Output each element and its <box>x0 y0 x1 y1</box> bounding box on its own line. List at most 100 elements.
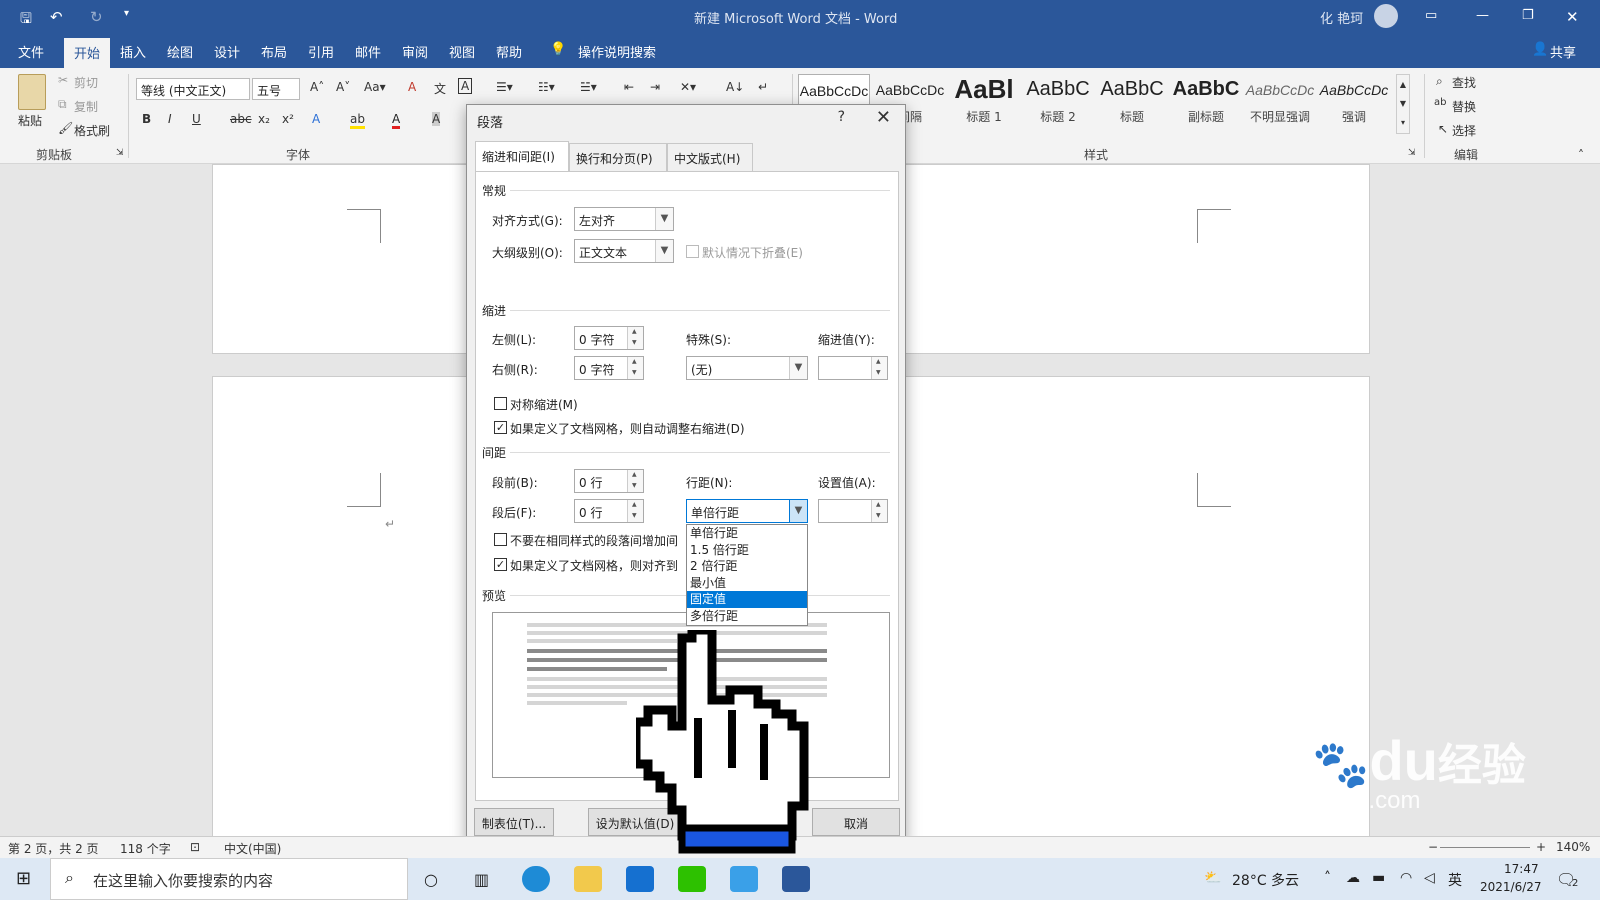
spin-arrows-icon[interactable] <box>627 357 643 379</box>
style-title[interactable]: AaBbC 标题 <box>1096 74 1168 134</box>
no-space-same-style-checkbox[interactable] <box>494 533 507 546</box>
tab-review[interactable]: 审阅 <box>402 42 428 61</box>
font-color-icon[interactable]: A <box>392 112 401 129</box>
user-name[interactable]: 化 艳珂 <box>1320 8 1363 27</box>
proofing-icon[interactable]: ⊡ <box>190 840 200 854</box>
indent-right-spinner[interactable]: 0 字符 <box>574 356 644 380</box>
redo-icon[interactable]: ↻ <box>90 8 103 26</box>
select-button[interactable]: 选择 <box>1452 122 1476 139</box>
windows-start-icon[interactable]: ⊞ <box>16 868 31 889</box>
file-explorer-icon[interactable] <box>574 866 602 892</box>
ime-indicator[interactable]: 英 <box>1448 870 1462 890</box>
clock-date[interactable]: 2021/6/27 <box>1480 880 1542 894</box>
paste-button[interactable]: 粘贴 <box>18 112 42 129</box>
tab-indents-spacing[interactable]: 缩进和间距(I) <box>475 141 569 171</box>
style-heading-1[interactable]: AaBl 标题 1 <box>948 74 1020 134</box>
mirror-indent-checkbox[interactable] <box>494 397 507 410</box>
volume-icon[interactable]: ◁ <box>1424 870 1435 886</box>
style-subtitle[interactable]: AaBbC 副标题 <box>1170 74 1242 134</box>
option-multiple[interactable]: 多倍行距 <box>687 608 807 625</box>
indent-left-spinner[interactable]: 0 字符 <box>574 326 644 350</box>
save-icon[interactable]: 🖫 <box>20 8 32 32</box>
italic-icon[interactable]: I <box>168 112 172 126</box>
numbering-icon[interactable]: ☷▾ <box>538 80 555 94</box>
collapse-ribbon-icon[interactable]: ˄ <box>1578 148 1584 162</box>
style-emphasis[interactable]: AaBbCcDc 强调 <box>1318 74 1390 134</box>
spin-arrows-icon[interactable] <box>627 500 643 522</box>
option-exactly[interactable]: 固定值 <box>687 591 807 608</box>
tabs-button[interactable]: 制表位(T)... <box>474 808 554 836</box>
change-case-icon[interactable]: Aa▾ <box>364 80 386 94</box>
chevron-up-icon[interactable]: ˄ <box>1324 870 1331 886</box>
restore-icon[interactable]: ❐ <box>1522 8 1534 23</box>
cut-button[interactable]: 剪切 <box>74 74 98 91</box>
subscript-icon[interactable]: x₂ <box>258 112 270 126</box>
auto-right-indent-checkbox[interactable]: ✓ <box>494 421 507 434</box>
send-icon[interactable] <box>730 866 758 892</box>
char-shading-icon[interactable]: A <box>432 112 441 126</box>
tab-mailings[interactable]: 邮件 <box>355 42 381 61</box>
tab-view[interactable]: 视图 <box>449 42 475 61</box>
styles-launcher-icon[interactable]: ⇲ <box>1408 148 1416 158</box>
zoom-out-icon[interactable]: − <box>1428 840 1438 854</box>
multilevel-icon[interactable]: ☱▾ <box>580 80 597 94</box>
clipboard-launcher-icon[interactable]: ⇲ <box>116 148 124 158</box>
close-icon[interactable]: ✕ <box>876 107 891 128</box>
tab-draw[interactable]: 绘图 <box>167 42 193 61</box>
shrink-font-icon[interactable]: A˅ <box>336 80 350 94</box>
styles-scroll[interactable]: ▲ ▼ ▾ <box>1396 74 1410 134</box>
phonetic-guide-icon[interactable]: 文 <box>434 80 446 97</box>
space-after-spinner[interactable]: 0 行 <box>574 499 644 523</box>
at-spinner[interactable] <box>818 499 888 523</box>
spin-arrows-icon[interactable] <box>871 357 887 379</box>
alignment-select[interactable]: 左对齐 ▼ <box>574 207 674 231</box>
tab-home[interactable]: 开始 <box>64 38 111 68</box>
chinese-layout-icon[interactable]: ✕▾ <box>680 80 696 94</box>
undo-icon[interactable]: ↶ <box>50 8 63 26</box>
zoom-level[interactable]: 140% <box>1556 840 1590 854</box>
minimize-icon[interactable]: — <box>1476 8 1489 23</box>
increase-indent-icon[interactable]: ⇥ <box>650 80 660 94</box>
paste-icon[interactable] <box>18 74 46 110</box>
grow-font-icon[interactable]: A˄ <box>310 80 324 94</box>
special-select[interactable]: (无) ▼ <box>686 356 808 380</box>
avatar[interactable] <box>1374 4 1398 28</box>
word-icon[interactable] <box>782 866 810 892</box>
spin-arrows-icon[interactable] <box>627 327 643 349</box>
task-view-icon[interactable]: ▥ <box>474 870 489 889</box>
tab-line-page-breaks[interactable]: 换行和分页(P) <box>569 143 667 171</box>
zoom-in-icon[interactable]: + <box>1536 840 1546 854</box>
replace-button[interactable]: 替换 <box>1452 98 1476 115</box>
cortana-icon[interactable]: ○ <box>424 870 438 889</box>
option-1-5[interactable]: 1.5 倍行距 <box>687 542 807 559</box>
tab-asian-typography[interactable]: 中文版式(H) <box>667 143 753 171</box>
show-marks-icon[interactable]: ↵ <box>758 80 768 94</box>
bold-icon[interactable]: B <box>142 112 151 126</box>
battery-icon[interactable]: ▬ <box>1372 870 1385 886</box>
strikethrough-icon[interactable]: abc <box>230 112 252 126</box>
taskbar-search[interactable]: ⌕ 在这里输入你要搜索的内容 <box>50 858 408 900</box>
style-heading-2[interactable]: AaBbC 标题 2 <box>1022 74 1094 134</box>
style-subtle-emphasis[interactable]: AaBbCcDc 不明显强调 <box>1244 74 1316 134</box>
font-size-combo[interactable]: 五号 <box>252 78 300 100</box>
page-count[interactable]: 第 2 页，共 2 页 <box>8 840 99 857</box>
collapse-checkbox[interactable] <box>686 245 699 258</box>
word-count[interactable]: 118 个字 <box>120 840 171 857</box>
underline-icon[interactable]: U <box>192 112 201 126</box>
text-effects-icon[interactable]: A <box>312 112 320 126</box>
wechat-icon[interactable] <box>678 866 706 892</box>
weather-icon[interactable]: ⛅ <box>1204 870 1221 886</box>
language[interactable]: 中文(中国) <box>224 840 281 857</box>
option-at-least[interactable]: 最小值 <box>687 575 807 592</box>
tab-design[interactable]: 设计 <box>214 42 240 61</box>
spin-arrows-icon[interactable] <box>871 500 887 522</box>
font-name-combo[interactable]: 等线 (中文正文) <box>136 78 250 100</box>
tab-layout[interactable]: 布局 <box>261 42 287 61</box>
format-painter-button[interactable]: 格式刷 <box>74 122 110 139</box>
customize-qat-icon[interactable]: ▾ <box>124 8 129 19</box>
share-button[interactable]: 共享 <box>1550 42 1576 61</box>
indent-by-spinner[interactable] <box>818 356 888 380</box>
tab-insert[interactable]: 插入 <box>120 42 146 61</box>
help-button[interactable]: ? <box>838 109 845 125</box>
find-button[interactable]: 查找 <box>1452 74 1476 91</box>
